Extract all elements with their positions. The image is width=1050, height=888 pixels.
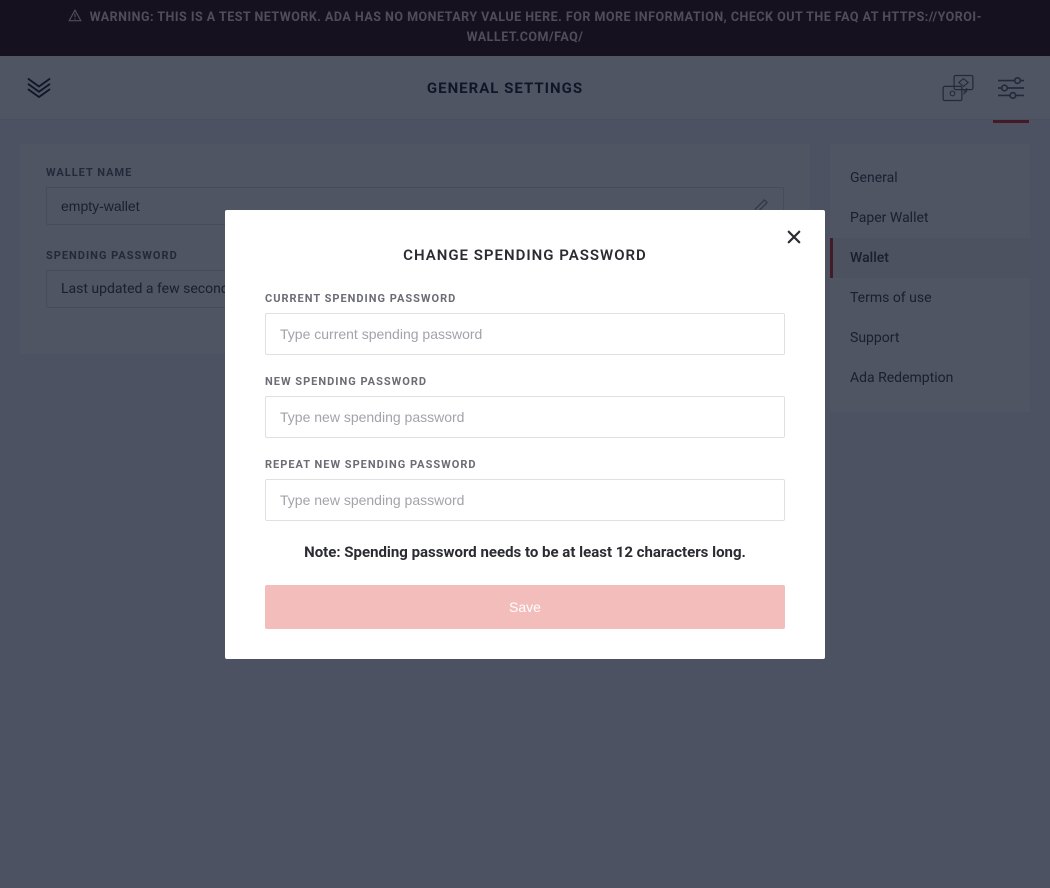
- change-password-modal: CHANGE SPENDING PASSWORD CURRENT SPENDIN…: [225, 210, 825, 659]
- current-password-label: CURRENT SPENDING PASSWORD: [265, 292, 785, 305]
- password-requirement-note: Note: Spending password needs to be at l…: [265, 543, 785, 561]
- modal-overlay[interactable]: CHANGE SPENDING PASSWORD CURRENT SPENDIN…: [0, 0, 1050, 888]
- current-password-field: CURRENT SPENDING PASSWORD: [265, 292, 785, 355]
- close-icon[interactable]: [785, 228, 803, 246]
- new-password-label: NEW SPENDING PASSWORD: [265, 375, 785, 388]
- repeat-password-label: REPEAT NEW SPENDING PASSWORD: [265, 458, 785, 471]
- current-password-input[interactable]: [265, 313, 785, 355]
- new-password-field: NEW SPENDING PASSWORD: [265, 375, 785, 438]
- new-password-input[interactable]: [265, 396, 785, 438]
- save-button[interactable]: Save: [265, 585, 785, 629]
- repeat-password-input[interactable]: [265, 479, 785, 521]
- modal-title: CHANGE SPENDING PASSWORD: [265, 246, 785, 264]
- repeat-password-field: REPEAT NEW SPENDING PASSWORD: [265, 458, 785, 521]
